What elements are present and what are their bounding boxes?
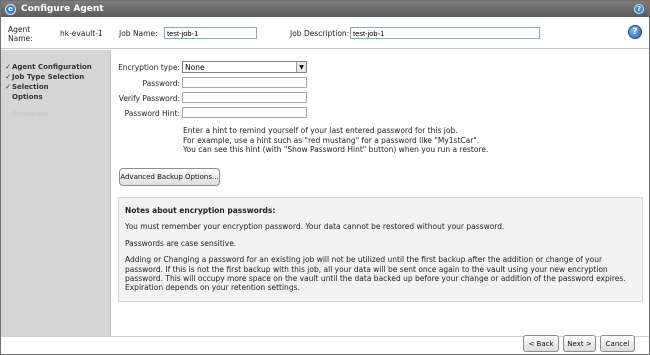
job-name-label: Job Name: — [119, 29, 158, 38]
checkmark-icon: ✓ — [5, 63, 11, 71]
step-job-type-selection[interactable]: ✓Job Type Selection — [5, 73, 84, 81]
wizard-footer: < Back Next > Cancel — [1, 335, 649, 354]
agent-name-value: hk-evault-1 — [60, 29, 103, 38]
job-description-label: Job Description: — [290, 29, 350, 38]
encryption-type-select[interactable]: None ▼ — [182, 61, 307, 73]
verify-password-input[interactable] — [182, 92, 307, 103]
step-selection[interactable]: ✓Selection — [5, 83, 49, 91]
advanced-backup-options-button[interactable]: Advanced Backup Options... — [119, 168, 220, 186]
checkmark-icon: ✓ — [5, 73, 11, 81]
notes-paragraph: You must remember your encryption passwo… — [125, 222, 505, 232]
title-bar: e Configure Agent ? — [1, 1, 649, 17]
agent-name-label: Agent Name: — [8, 25, 33, 43]
password-hint-input[interactable] — [182, 107, 307, 118]
encryption-notes-box: Notes about encryption passwords: You mu… — [118, 197, 643, 302]
app-logo-icon: e — [5, 3, 16, 15]
notes-title: Notes about encryption passwords: — [125, 206, 276, 215]
password-hint-label: Password Hint: — [124, 109, 180, 118]
back-button[interactable]: < Back — [523, 335, 559, 352]
encryption-type-label: Encryption type: — [118, 63, 180, 72]
notes-paragraph: Adding or Changing a password for an exi… — [125, 255, 626, 293]
window-help-icon[interactable]: ? — [634, 4, 644, 14]
step-schedule: Schedule — [12, 110, 49, 118]
configure-agent-window: e Configure Agent ? Agent Name: hk-evaul… — [0, 0, 650, 355]
password-input[interactable] — [182, 77, 307, 88]
chevron-down-icon: ▼ — [296, 62, 306, 72]
job-description-input[interactable] — [350, 27, 540, 39]
notes-paragraph: Passwords are case sensitive. — [125, 238, 237, 248]
job-name-input[interactable] — [164, 27, 257, 39]
next-button[interactable]: Next > — [563, 335, 596, 352]
step-options: Options — [12, 93, 43, 101]
encryption-type-value: None — [185, 63, 205, 72]
window-title: Configure Agent — [21, 4, 104, 14]
checkmark-icon: ✓ — [5, 83, 11, 91]
help-icon[interactable]: ? — [628, 25, 642, 39]
options-panel: Encryption type: None ▼ Password: Verify… — [112, 50, 649, 336]
step-agent-configuration[interactable]: ✓Agent Configuration — [5, 63, 92, 71]
wizard-steps-sidebar: ✓Agent Configuration ✓Job Type Selection… — [1, 50, 111, 336]
password-label: Password: — [142, 79, 180, 88]
cancel-button[interactable]: Cancel — [600, 335, 635, 352]
hint-instructions: Enter a hint to remind yourself of your … — [183, 126, 489, 154]
job-header: Agent Name: hk-evault-1 Job Name: Job De… — [1, 17, 649, 49]
verify-password-label: Verify Password: — [118, 94, 180, 103]
